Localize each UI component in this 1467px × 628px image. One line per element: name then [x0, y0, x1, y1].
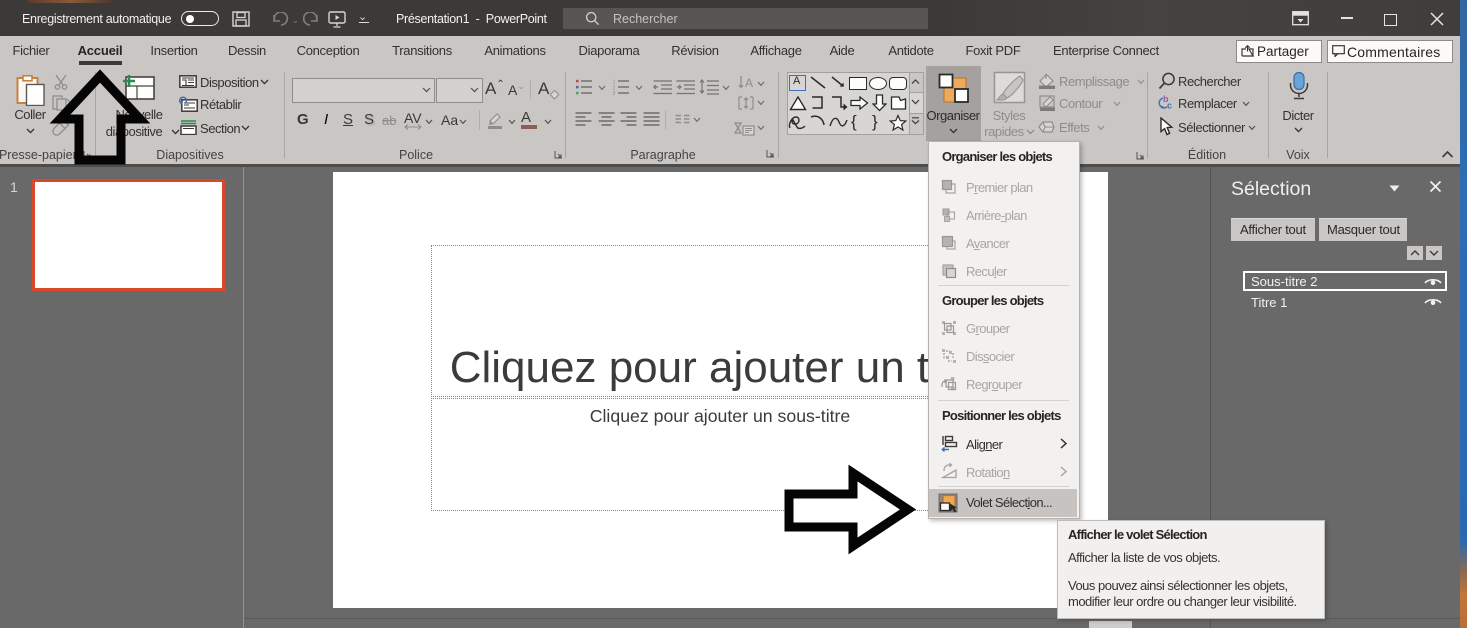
svg-text:3: 3 — [613, 91, 616, 95]
svg-text:c: c — [1167, 101, 1172, 111]
svg-text:A: A — [745, 76, 753, 90]
